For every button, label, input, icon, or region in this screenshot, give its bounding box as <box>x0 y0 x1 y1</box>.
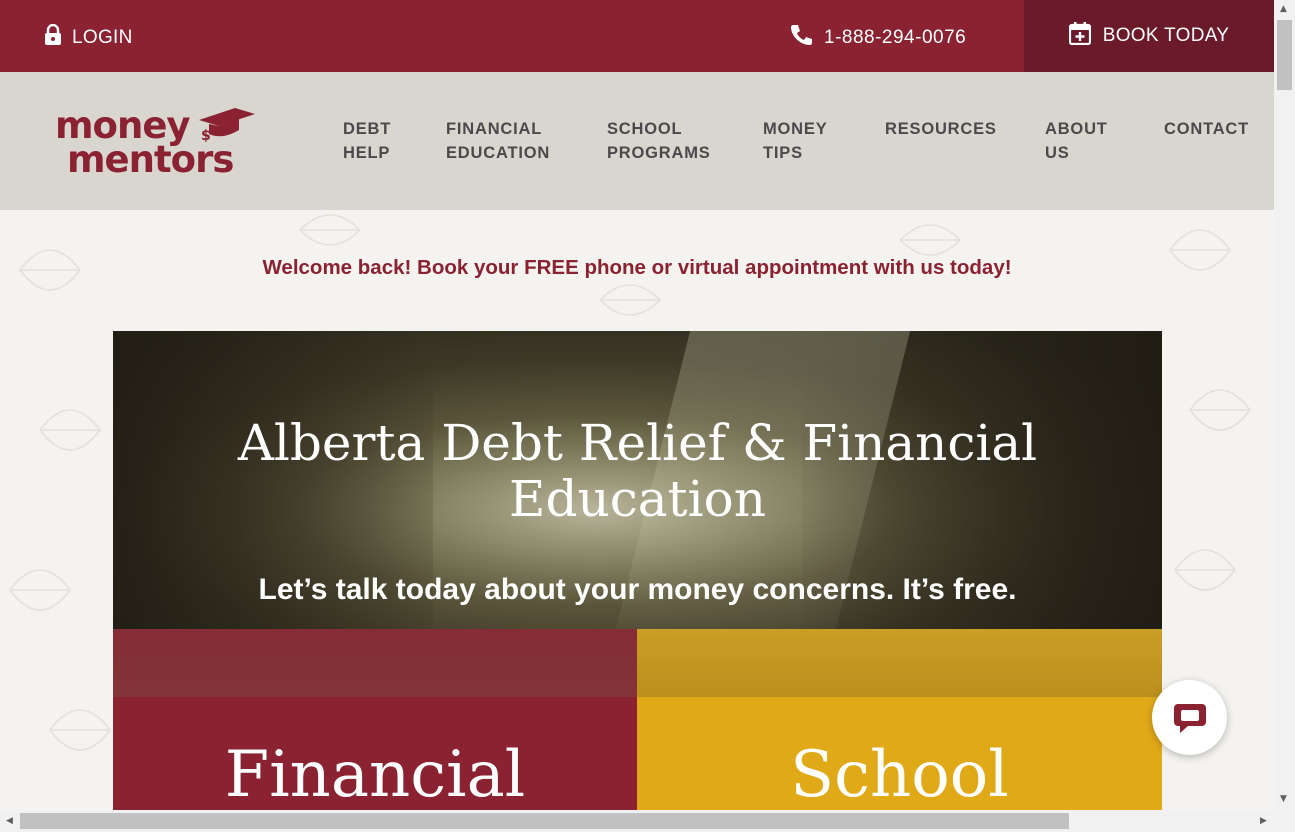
nav-label: CONTACT <box>1164 120 1250 138</box>
vertical-scrollbar[interactable] <box>1274 0 1295 810</box>
lock-icon <box>44 23 62 52</box>
tile-title: Financial <box>224 738 526 810</box>
book-today-button[interactable]: BOOK TODAY <box>1024 0 1274 72</box>
tile-overlay-yellow <box>637 629 1162 697</box>
chat-button[interactable] <box>1152 680 1227 755</box>
hero-subtitle: Let’s talk today about your money concer… <box>258 573 1017 606</box>
tile-overlay-red <box>113 629 637 697</box>
phone-number: 1-888-294-0076 <box>824 27 967 48</box>
vertical-scroll-thumb[interactable] <box>1277 20 1292 90</box>
financial-tile[interactable]: Financial <box>113 697 637 810</box>
nav-financial-education[interactable]: FINANCIAL EDUCATION <box>446 117 550 165</box>
scroll-right-arrow-icon[interactable]: ▶ <box>1260 816 1267 826</box>
scroll-up-arrow-icon[interactable]: ▲ <box>1280 4 1287 14</box>
calendar-plus-icon <box>1068 21 1091 51</box>
nav-label: RESOURCES <box>885 120 997 138</box>
book-today-label: BOOK TODAY <box>1102 25 1230 46</box>
graduation-cap-icon: $ <box>199 108 255 144</box>
hero-banner: Alberta Debt Relief & Financial Educatio… <box>113 331 1162 629</box>
nav-label: DEBT HELP <box>343 120 392 162</box>
nav-label: FINANCIAL EDUCATION <box>446 120 551 162</box>
nav-about-us[interactable]: ABOUT US <box>1045 117 1108 165</box>
phone-link[interactable]: 1-888-294-0076 <box>790 24 966 52</box>
svg-text:$: $ <box>201 128 211 144</box>
hero-title: Alberta Debt Relief & Financial Educatio… <box>237 414 1038 528</box>
nav-label: MONEY TIPS <box>763 120 828 162</box>
nav-debt-help[interactable]: DEBT HELP <box>343 117 391 165</box>
school-tile[interactable]: School <box>637 697 1162 810</box>
horizontal-scroll-thumb[interactable] <box>20 813 1069 829</box>
welcome-message: Welcome back! Book your FREE phone or vi… <box>262 256 1012 279</box>
chat-icon <box>1173 703 1206 733</box>
nav-school-programs[interactable]: SCHOOL PROGRAMS <box>607 117 711 165</box>
login-link[interactable]: LOGIN <box>44 23 133 52</box>
tile-title: School <box>790 738 1009 810</box>
nav-label: ABOUT US <box>1045 120 1108 162</box>
nav-contact[interactable]: CONTACT <box>1164 117 1249 141</box>
nav-label: SCHOOL PROGRAMS <box>607 120 711 162</box>
scroll-left-arrow-icon[interactable]: ◀ <box>6 816 13 826</box>
money-mentors-logo[interactable]: money mentors $ <box>55 104 265 181</box>
top-bar: LOGIN 1-888-294-0076 BOOK TODAY <box>0 0 1274 72</box>
scroll-down-arrow-icon[interactable]: ▼ <box>1280 794 1287 804</box>
login-label: LOGIN <box>72 27 133 48</box>
nav-resources[interactable]: RESOURCES <box>885 117 997 141</box>
nav-money-tips[interactable]: MONEY TIPS <box>763 117 828 165</box>
phone-icon <box>790 24 812 52</box>
